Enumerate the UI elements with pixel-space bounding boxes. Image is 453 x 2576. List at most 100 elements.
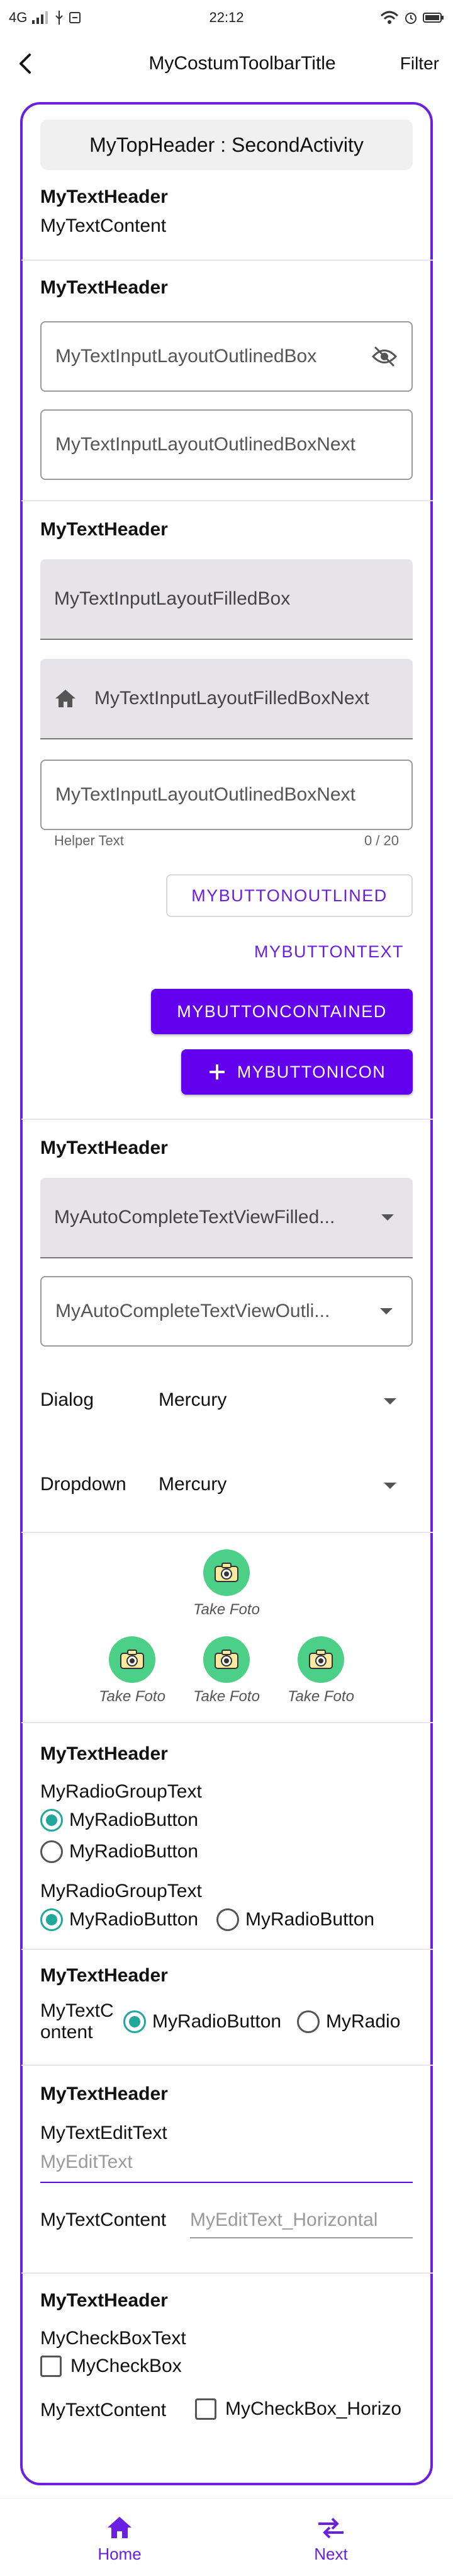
nav-home[interactable]: Home — [82, 2515, 157, 2564]
camera-icon — [203, 1549, 250, 1596]
radio-label: MyRadioButton — [245, 1909, 375, 1930]
home-icon — [55, 690, 76, 707]
outlined-button[interactable]: MYBUTTONOUTLINED — [166, 874, 413, 917]
dropdown-arrow-icon[interactable] — [384, 1483, 396, 1489]
take-foto-button[interactable]: Take Foto — [283, 1636, 359, 1706]
dropdown-spinner-label: Dropdown — [40, 1474, 126, 1495]
camera-icon — [203, 1636, 250, 1683]
take-foto-button[interactable]: Take Foto — [189, 1636, 264, 1706]
checkbox-label: MyCheckBox — [70, 2356, 182, 2376]
radio-group-title: MyRadioGroupText — [40, 1881, 202, 1901]
radio-option[interactable]: MyRadio — [297, 2010, 400, 2033]
icon-button-label: MYBUTTONICON — [237, 1062, 386, 1081]
filter-button[interactable]: Filter — [378, 54, 453, 74]
status-bar: 4G 22:12 — [0, 0, 453, 35]
radio-option[interactable]: MyRadioButton — [40, 1809, 198, 1832]
toolbar-title: MyCostumToolbarTitle — [148, 53, 336, 74]
section-header: MyTextHeader — [40, 519, 168, 540]
divider — [21, 2065, 433, 2066]
checkbox-title: MyCheckBoxText — [40, 2328, 186, 2349]
back-button[interactable] — [0, 35, 50, 92]
dropdown-arrow-icon[interactable] — [384, 1398, 396, 1405]
radio-unchecked-icon — [216, 1908, 239, 1931]
dialog-spinner-label: Dialog — [40, 1389, 94, 1410]
divider — [21, 1532, 433, 1533]
visibility-off-icon[interactable] — [371, 346, 398, 367]
checkbox-option[interactable]: MyCheckBox — [40, 2356, 182, 2377]
checkbox-icon — [40, 2356, 62, 2377]
divider — [21, 1722, 433, 1723]
toolbar: MyCostumToolbarTitle Filter — [0, 35, 453, 92]
dropdown-spinner[interactable]: Mercury — [159, 1474, 226, 1495]
nav-next[interactable]: Next — [293, 2515, 369, 2564]
camera-icon — [109, 1636, 155, 1683]
filled-field-next[interactable]: MyTextInputLayoutFilledBoxNext — [40, 659, 413, 739]
outlined-password-field[interactable]: MyTextInputLayoutOutlinedBox — [40, 321, 413, 392]
autocomplete-label: MyAutoCompleteTextViewFilled... — [54, 1207, 335, 1228]
edit-text-underline — [190, 2237, 413, 2238]
outlined-field-label: MyTextInputLayoutOutlinedBoxNext — [55, 434, 355, 455]
radio-label: MyRadioButton — [69, 1809, 199, 1830]
outlined-field-label: MyTextInputLayoutOutlinedBox — [55, 346, 317, 367]
divider — [21, 2272, 433, 2274]
radio-label: MyRadioButton — [152, 2011, 282, 2032]
section-content: MyTextContent — [40, 215, 167, 236]
radio-unchecked-icon — [297, 2010, 320, 2033]
dropdown-arrow-icon[interactable] — [380, 1308, 393, 1314]
horizontal-edit-field[interactable]: MyEditText_Horizontal — [190, 2209, 378, 2231]
section-header: MyTextHeader — [40, 1965, 168, 1986]
checkbox-label: MyCheckBox_Horizo — [225, 2398, 402, 2419]
top-header: MyTopHeader : SecondActivity — [40, 120, 413, 170]
edit-text-title: MyTextEditText — [40, 2123, 167, 2143]
take-foto-label: Take Foto — [99, 1688, 165, 1705]
divider — [21, 1949, 433, 1950]
text-button[interactable]: MYBUTTONTEXT — [254, 942, 404, 962]
edit-row-label: MyTextContent — [40, 2209, 167, 2230]
radio-label: MyRadio — [326, 2011, 401, 2032]
radio-checked-icon — [40, 1908, 63, 1931]
outlined-field-with-helper[interactable]: MyTextInputLayoutOutlinedBoxNext — [40, 760, 413, 830]
contained-button[interactable]: MYBUTTONCONTAINED — [151, 989, 413, 1034]
divider — [21, 259, 433, 261]
section-header: MyTextHeader — [40, 2290, 168, 2311]
bottom-navigation: Home Next — [0, 2498, 453, 2576]
autocomplete-outlined[interactable]: MyAutoCompleteTextViewOutli... — [40, 1276, 413, 1347]
radio-row-label-line: MyTextC — [40, 2000, 114, 2021]
divider — [21, 500, 433, 501]
edit-text-underline — [40, 2182, 413, 2183]
radio-option[interactable]: MyRadioButton — [40, 1908, 198, 1931]
dropdown-arrow-icon[interactable] — [381, 1214, 394, 1221]
section-header: MyTextHeader — [40, 1743, 168, 1764]
checkbox-option[interactable]: MyCheckBox_Horizo — [195, 2398, 409, 2420]
status-time: 22:12 — [209, 9, 244, 25]
back-arrow-icon — [20, 54, 31, 74]
section-header: MyTextHeader — [40, 1137, 168, 1158]
section-header: MyTextHeader — [40, 277, 168, 298]
filled-field[interactable]: MyTextInputLayoutFilledBox — [40, 559, 413, 640]
edit-text-field[interactable]: MyEditText — [40, 2151, 133, 2173]
home-icon — [108, 2517, 131, 2538]
outlined-field-next[interactable]: MyTextInputLayoutOutlinedBoxNext — [40, 409, 413, 480]
take-foto-button[interactable]: Take Foto — [189, 1549, 264, 1619]
radio-option[interactable]: MyRadioButton — [40, 1840, 198, 1863]
helper-text: Helper Text — [54, 833, 124, 848]
checkbox-row-label: MyTextContent — [40, 2400, 167, 2420]
radio-option[interactable]: MyRadioButton — [123, 2010, 281, 2033]
radio-checked-icon — [123, 2010, 146, 2033]
radio-label: MyRadioButton — [69, 1841, 199, 1862]
filled-field-label: MyTextInputLayoutFilledBoxNext — [94, 688, 369, 709]
checkbox-icon — [195, 2398, 216, 2420]
take-foto-label: Take Foto — [193, 1601, 260, 1618]
take-foto-label: Take Foto — [288, 1688, 354, 1705]
autocomplete-filled[interactable]: MyAutoCompleteTextViewFilled... — [40, 1178, 413, 1258]
section-header: MyTextHeader — [40, 186, 168, 207]
filled-field-label: MyTextInputLayoutFilledBox — [54, 588, 291, 609]
camera-icon — [298, 1636, 344, 1683]
take-foto-button[interactable]: Take Foto — [94, 1636, 170, 1706]
dialog-spinner[interactable]: Mercury — [159, 1389, 226, 1411]
radio-unchecked-icon — [40, 1840, 63, 1863]
radio-label: MyRadioButton — [69, 1909, 199, 1930]
icon-button[interactable]: MYBUTTONICON — [181, 1049, 413, 1095]
radio-option[interactable]: MyRadioButton — [216, 1908, 374, 1931]
autocomplete-label: MyAutoCompleteTextViewOutli... — [55, 1301, 330, 1321]
